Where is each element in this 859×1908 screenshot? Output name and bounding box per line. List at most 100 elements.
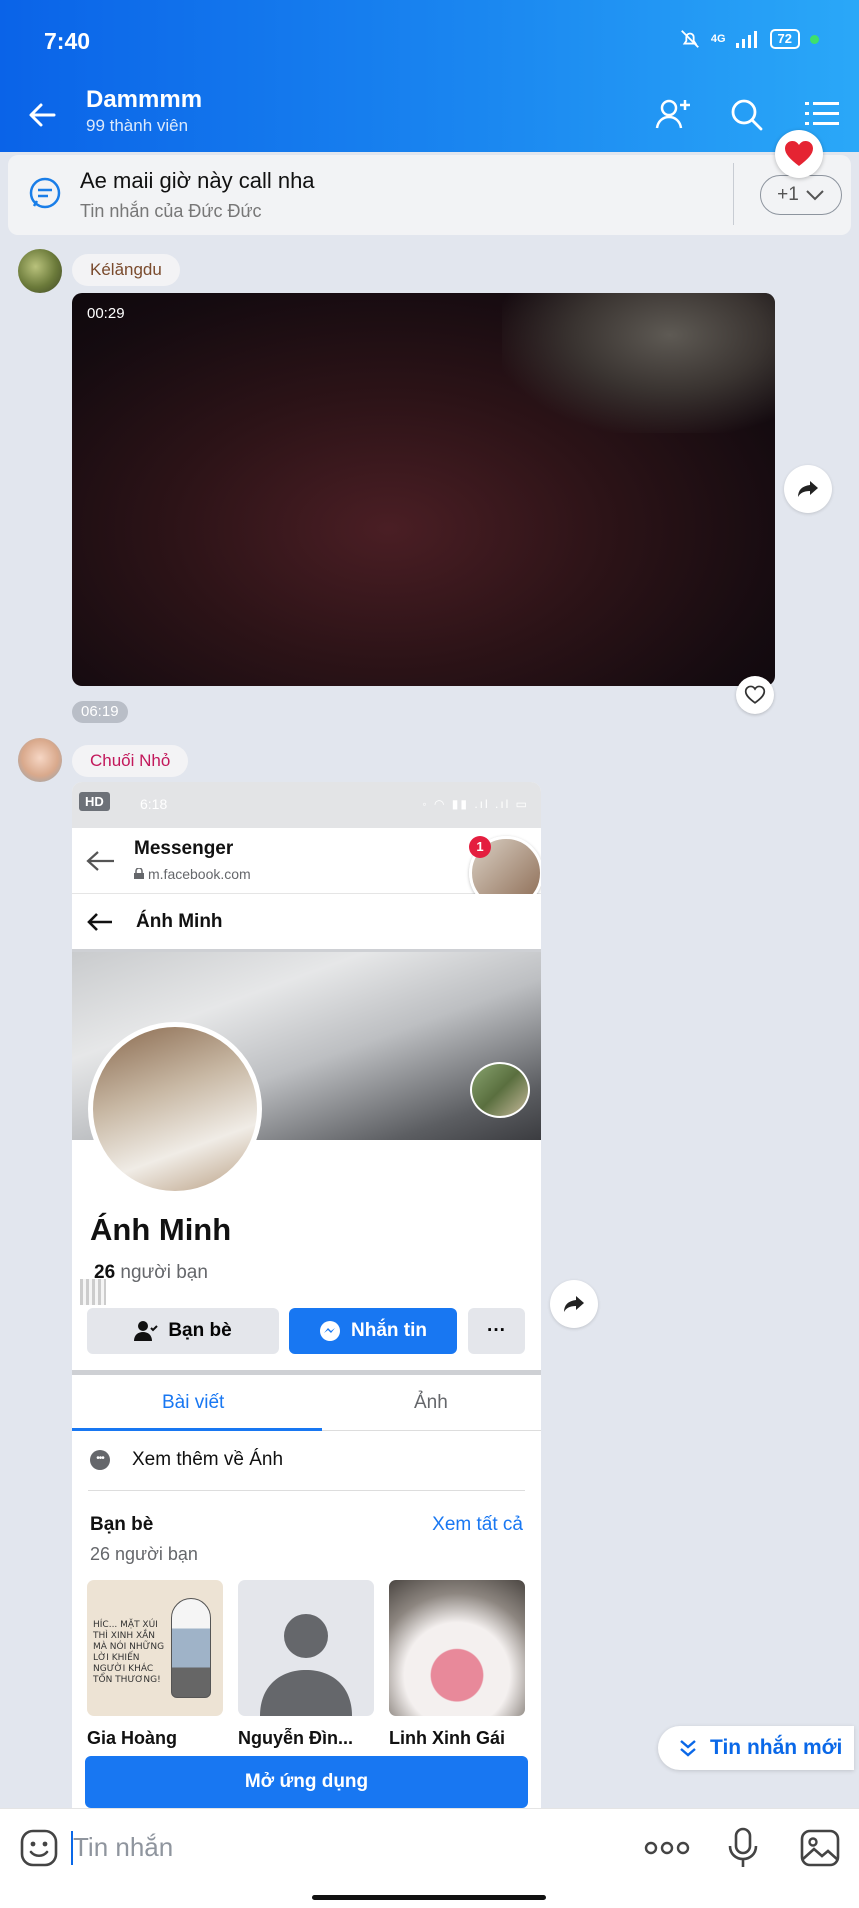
more-options-label: ··· [487,1320,506,1341]
video-message[interactable]: 00:29 [72,293,775,686]
comic-caption: HÍC... MẶT XÚI THÌ XINH XẮN MÀ NÓI NHỮNG… [93,1620,165,1685]
image-message[interactable]: HD 6:18 ◦ ◠ ▮▮ .ıl .ıl ▭ Messenger m.fac… [72,782,541,1812]
avatar[interactable] [18,738,62,782]
heart-reaction-button[interactable] [775,130,823,178]
more-dots-icon: ••• [90,1450,110,1470]
back-arrow-icon[interactable] [22,94,64,136]
friend-card: Linh Xinh Gái [389,1580,525,1749]
new-messages-label: Tin nhắn mới [710,1736,843,1759]
tab-posts: Bài viết [162,1392,225,1413]
video-duration: 00:29 [87,305,125,322]
friends-button-label: Bạn bè [168,1320,232,1341]
pinned-text: Ae maii giờ này call nha [80,168,315,193]
group-name[interactable]: Dammmm [86,86,202,114]
default-avatar-icon [260,1614,352,1716]
profile-tabs: Bài viết Ảnh [72,1375,541,1431]
battery-indicator: 72 [769,29,800,49]
friend-photo: HÍC... MẶT XÚI THÌ XINH XẮN MÀ NÓI NHỮNG… [87,1580,223,1716]
chevron-down-icon [806,190,824,201]
friends-button: Bạn bè [87,1308,279,1354]
video-frame [502,293,775,433]
add-member-icon[interactable] [654,94,694,134]
embedded-status-bar: HD 6:18 ◦ ◠ ▮▮ .ıl .ıl ▭ [72,782,541,828]
share-button[interactable] [550,1280,598,1328]
avatar[interactable] [18,249,62,293]
double-chevron-down-icon [680,1740,696,1757]
signal-icon [735,31,757,48]
like-button[interactable] [736,676,774,714]
mic-icon[interactable] [726,1827,760,1869]
friend-name: Gia Hoàng [87,1728,178,1748]
embedded-app-name: Messenger [134,838,234,859]
emoji-icon[interactable] [20,1829,58,1867]
status-time: 7:40 [44,28,91,54]
embedded-nav-bar: Ánh Minh [72,894,541,952]
network-label: 4G [710,33,726,45]
mute-bell-icon [680,30,699,48]
hd-badge: HD [79,792,110,811]
cover-thumbnail [470,1062,530,1118]
home-indicator [312,1895,546,1900]
friend-name: Linh Xinh Gái [389,1728,505,1748]
image-icon[interactable] [800,1829,840,1867]
more-about-row: ••• Xem thêm về Ánh [72,1432,541,1488]
new-messages-button[interactable]: Tin nhắn mới [658,1726,854,1770]
friends-subheading: 26 người bạn [90,1544,198,1564]
pinned-expand-label: +1 [777,184,799,205]
active-tab-indicator [72,1428,322,1431]
friend-check-icon [134,1321,159,1341]
back-arrow-icon [86,851,114,871]
mini-avatar [80,1279,106,1305]
menu-icon[interactable] [802,94,842,134]
sender-name: Kélăngdu [72,254,180,286]
friend-photo-placeholder [238,1580,374,1716]
embedded-nav-title: Ánh Minh [136,911,223,932]
back-arrow-icon [87,913,112,931]
message-button: Nhắn tin [289,1308,457,1354]
heart-icon [785,141,813,166]
pinned-divider [733,163,734,225]
sender-label: Chuối Nhỏ [90,751,171,770]
pinned-message[interactable]: Ae maii giờ này call nha Tin nhắn của Đứ… [8,155,851,235]
more-about-label: Xem thêm về Ánh [132,1449,284,1470]
chat-header: Dammmm 99 thành viên [0,78,859,152]
search-icon[interactable] [726,94,766,134]
embedded-time: 6:18 [140,796,168,812]
comic-figure [171,1598,211,1698]
member-count[interactable]: 99 thành viên [86,116,188,136]
status-bar: 7:40 4G 72 [0,0,859,78]
divider [88,1490,525,1491]
share-icon [798,481,818,497]
embedded-status-icons: ◦ ◠ ▮▮ .ıl .ıl ▭ [422,797,529,811]
friend-card: Nguyễn Đìn... [238,1580,374,1749]
chat-head-badge: 1 [469,836,491,858]
message-time: 06:19 [72,701,128,723]
pinned-chat-icon [29,177,61,209]
message-button-label: Nhắn tin [351,1320,427,1341]
message-input[interactable]: Tin nhắn [73,1832,173,1863]
share-icon [564,1296,584,1312]
see-all-link: Xem tất cả [432,1514,523,1535]
pinned-author: Tin nhắn của Đức Đức [80,201,262,221]
tab-photos: Ảnh [414,1392,448,1413]
top-bar: 7:40 4G 72 Dammmm 99 thành viên [0,0,859,152]
open-app-button: Mở ứng dụng [85,1756,528,1808]
profile-name: Ánh Minh [90,1212,232,1247]
more-options-button: ··· [468,1308,525,1354]
privacy-dot-icon [810,34,819,44]
heart-outline-icon [744,685,766,704]
composer-bar: Tin nhắn [0,1808,859,1908]
friend-name: Nguyễn Đìn... [238,1728,354,1748]
embedded-url: m.facebook.com [148,866,251,882]
friend-card: HÍC... MẶT XÚI THÌ XINH XẮN MÀ NÓI NHỮNG… [87,1580,223,1749]
friends-heading: Bạn bè [90,1514,154,1535]
messenger-icon [320,1321,340,1341]
pinned-expand-button[interactable]: +1 [760,175,842,215]
share-button[interactable] [784,465,832,513]
profile-picture [88,1022,262,1196]
friends-suffix: người bạn [115,1262,208,1283]
more-dots-icon[interactable] [644,1835,690,1861]
lock-icon [134,868,144,879]
sender-name: Chuối Nhỏ [72,745,189,777]
status-icons: 4G 72 [679,28,819,50]
